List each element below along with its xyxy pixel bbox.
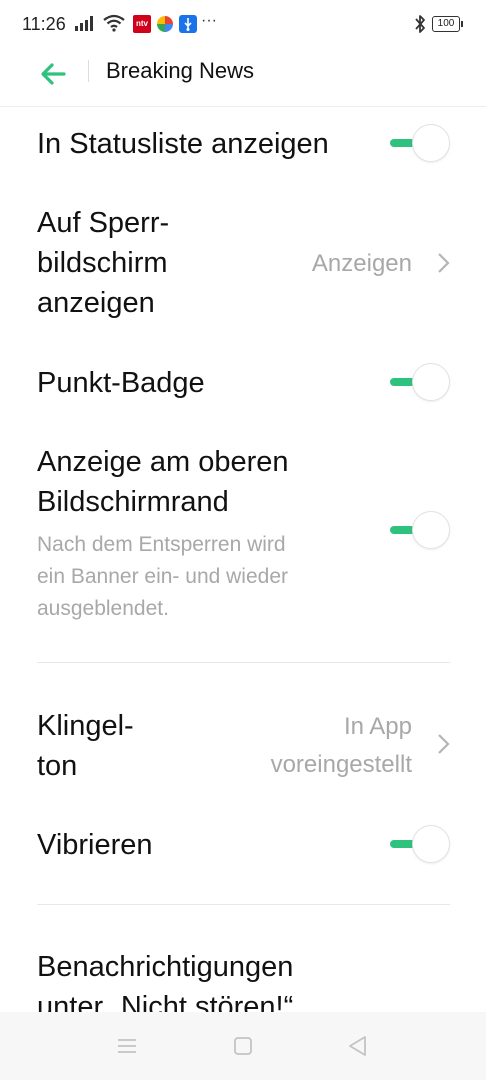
vibrate-toggle[interactable]: [390, 825, 450, 863]
chevron-right-icon: [438, 734, 450, 754]
dot-badge-toggle[interactable]: [390, 363, 450, 401]
top-banner-label-line2: Bildschirmrand: [37, 486, 229, 518]
app-header: Breaking News: [0, 48, 486, 107]
top-banner-desc-line3: ausgeblendet.: [37, 597, 169, 620]
wifi-icon: [103, 14, 125, 32]
dot-badge-label: Punkt-Badge: [37, 367, 205, 399]
signal-icon: [75, 16, 93, 31]
battery-indicator: 100: [432, 16, 463, 32]
toggle-knob: [412, 363, 450, 401]
status-time: 11:26: [22, 14, 66, 34]
lockscreen-label-line1: Auf Sperr-: [37, 207, 170, 239]
page-title: Breaking News: [106, 58, 254, 83]
ntv-label: ntv: [136, 19, 148, 28]
usb-icon: [179, 15, 197, 33]
top-banner-toggle[interactable]: [390, 511, 450, 549]
bluetooth-icon: [415, 15, 425, 33]
back-triangle-icon[interactable]: [344, 1032, 372, 1060]
lockscreen-label-line3: anzeigen: [37, 287, 155, 319]
lockscreen-value: Anzeigen: [311, 250, 412, 277]
top-banner-desc-line1: Nach dem Entsperren wird: [37, 533, 286, 556]
menu-icon[interactable]: [113, 1032, 141, 1060]
chevron-right-icon: [438, 253, 450, 273]
setting-status-list-label: In Statusliste anzeigen: [37, 128, 329, 160]
toggle-knob: [412, 825, 450, 863]
status-bar: 11:26 ntv ··· 100: [0, 0, 486, 48]
section-divider: [37, 662, 450, 663]
status-list-toggle[interactable]: [390, 124, 450, 162]
top-banner-desc-line2: ein Banner ein- und wieder: [37, 565, 288, 588]
ringtone-label-line2: ton: [37, 750, 78, 782]
arrow-left-icon: [41, 63, 66, 85]
pinwheel-app-icon: [157, 16, 173, 32]
section-divider: [37, 904, 450, 905]
lockscreen-label-line2: bildschirm: [37, 247, 168, 279]
ringtone-label-line1: Klingel-: [37, 710, 134, 742]
more-dots-icon: ···: [201, 12, 217, 29]
dnd-label-line2: unter „Nicht stören!“: [37, 991, 294, 1012]
ntv-app-icon: ntv: [133, 15, 151, 33]
toggle-knob: [412, 511, 450, 549]
top-banner-label-line1: Anzeige am oberen: [37, 446, 289, 478]
ringtone-value-line1: In App: [343, 713, 412, 740]
back-button[interactable]: [36, 56, 72, 92]
dnd-label-line1: Benachrichtigungen: [37, 951, 294, 983]
settings-list: In Statusliste anzeigen Auf Sperr- bilds…: [0, 106, 486, 1012]
toggle-knob: [412, 124, 450, 162]
home-square-icon[interactable]: [229, 1032, 257, 1060]
navigation-bar: [0, 1012, 486, 1080]
vibrate-label: Vibrieren: [37, 829, 153, 861]
ringtone-value-line2: voreingestellt: [270, 751, 412, 778]
header-divider: [88, 60, 89, 82]
